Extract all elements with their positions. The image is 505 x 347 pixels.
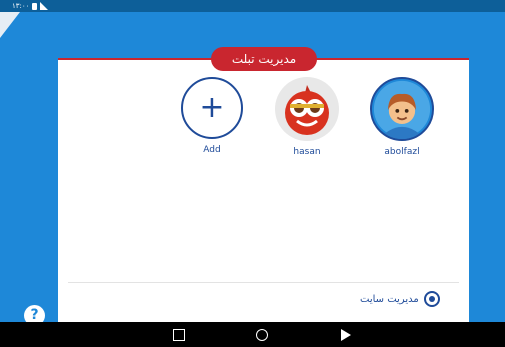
profile-abolfazl[interactable]: abolfazl	[367, 77, 437, 157]
home-circle-icon[interactable]	[256, 329, 268, 341]
add-icon[interactable]: +	[181, 77, 243, 139]
hasan-label: hasan	[293, 147, 321, 157]
navigation-bar	[0, 322, 505, 347]
back-triangle-icon[interactable]	[341, 329, 351, 341]
boy-icon	[373, 80, 431, 139]
manage-site-button[interactable]: مدیریت سایت	[360, 291, 440, 307]
globe-icon	[423, 291, 440, 307]
signal-icon	[40, 2, 49, 10]
manage-site-label: مدیریت سایت	[360, 293, 419, 305]
profile-hasan[interactable]: hasan	[272, 77, 342, 157]
status-time: ۱۳:۰۰	[12, 2, 30, 10]
add-profile[interactable]: + Add	[177, 77, 247, 155]
abolfazl-label: abolfazl	[384, 147, 420, 157]
left-decor	[0, 12, 20, 38]
add-label: Add	[203, 145, 221, 155]
recents-square-icon[interactable]	[173, 329, 185, 341]
boy-avatar[interactable]	[370, 77, 434, 141]
pomegranate-avatar[interactable]	[275, 77, 339, 141]
tablet-management-header: مدیریت تبلت	[211, 47, 317, 71]
pomegranate-icon	[285, 85, 329, 135]
status-bar: ۱۳:۰۰	[0, 0, 505, 12]
battery-icon	[32, 2, 38, 10]
status-left: ۱۳:۰۰	[12, 0, 49, 12]
footer-divider	[68, 282, 459, 283]
